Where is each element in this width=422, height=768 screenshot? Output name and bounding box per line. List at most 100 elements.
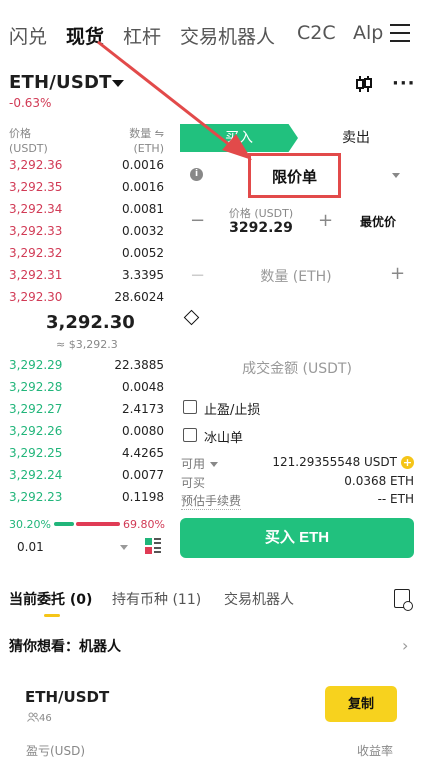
ask-qty: 0.0052 [122,246,164,260]
bid-row[interactable]: 3,292.26 0.0080 [0,421,170,443]
price-change: -0.63% [9,96,52,110]
bid-qty: 2.4173 [122,402,164,416]
orderbook-price-header: 价格 (USDT) [9,126,48,156]
ask-row[interactable]: 3,292.36 0.0016 [0,155,170,177]
price-decrement-button[interactable]: − [190,210,205,231]
precision-select[interactable]: 0.01 [17,540,44,554]
ask-price: 3,292.34 [9,202,63,216]
ask-price: 3,292.36 [9,158,63,172]
bid-price: 3,292.26 [9,424,63,438]
copy-bot-button[interactable]: 复制 [325,686,397,722]
buy-eth-button[interactable]: 买入 ETH [180,518,414,558]
slider-diamond-icon[interactable] [183,309,200,326]
ask-row[interactable]: 3,292.33 0.0032 [0,221,170,243]
buy-ratio-bar [54,522,74,526]
ask-row[interactable]: 3,292.35 0.0016 [0,177,170,199]
tab-c2c[interactable]: C2C [297,22,336,44]
tab-buy[interactable]: 买入 [180,124,298,152]
tab-bots[interactable]: 交易机器人 [224,589,294,609]
checkbox-icon[interactable] [183,400,197,414]
best-price-button[interactable]: 最优价 [360,213,396,230]
chevron-right-icon[interactable]: › [402,636,408,655]
ask-qty: 0.0081 [122,202,164,216]
users-icon [27,712,39,722]
orderbook-layout-icon[interactable] [145,538,161,554]
bid-row[interactable]: 3,292.29 22.3885 [0,355,170,377]
bid-qty: 0.1198 [122,490,164,504]
suggestion-title[interactable]: 猜你想看：机器人 [9,636,121,656]
bid-row[interactable]: 3,292.28 0.0048 [0,377,170,399]
info-icon[interactable]: i [190,168,203,181]
candlestick-icon[interactable] [354,74,374,94]
ask-price: 3,292.30 [9,290,63,304]
hamburger-menu-icon[interactable] [390,24,410,42]
tab-open-orders[interactable]: 当前委托 (0) [9,589,92,609]
ask-price: 3,292.31 [9,268,63,282]
tab-alpha[interactable]: Alp [353,22,383,44]
bid-row[interactable]: 3,292.24 0.0077 [0,465,170,487]
chevron-down-icon[interactable] [112,80,124,87]
bid-row[interactable]: 3,292.27 2.4173 [0,399,170,421]
last-price[interactable]: 3,292.30 [46,312,135,333]
order-type-select[interactable]: 限价单 [248,153,341,198]
bot-users-count: 46 [39,713,52,724]
bid-qty: 0.0080 [122,424,164,438]
tab-quick-convert[interactable]: 闪兑 [9,22,47,49]
can-buy-value: 0.0368 ETH [344,474,414,488]
ask-row[interactable]: 3,292.31 3.3395 [0,265,170,287]
price-increment-button[interactable]: + [318,210,333,231]
checkbox-icon[interactable] [183,428,197,442]
price-header-unit: (USDT) [9,142,48,155]
ask-qty: 0.0032 [122,224,164,238]
bid-qty: 0.0077 [122,468,164,482]
can-buy-row: 可买 0.0368 ETH [181,474,414,490]
tab-sell[interactable]: 卖出 [298,124,414,152]
bid-price: 3,292.24 [9,468,63,482]
available-label[interactable]: 可用 [181,455,219,472]
bid-qty: 22.3885 [114,358,164,372]
orderbook-qty-header[interactable]: 数量 ⇋ (ETH) [108,126,164,156]
qty-header-unit: (ETH) [133,142,164,155]
order-type-label: 限价单 [271,168,317,186]
quantity-input[interactable]: 数量 (ETH) [220,266,372,286]
fee-label[interactable]: 预估手续费 [181,492,242,510]
more-dots-icon[interactable]: ··· [392,75,416,93]
ask-qty: 0.0016 [122,158,164,172]
tab-trading-bots[interactable]: 交易机器人 [180,22,275,49]
fee-row: 预估手续费 -- ETH [181,492,414,510]
bid-price: 3,292.28 [9,380,63,394]
amount-input[interactable]: 成交金额 (USDT) [180,358,414,378]
tab-spot[interactable]: 现货 [66,22,104,49]
chevron-down-icon[interactable] [120,545,128,550]
price-header-label: 价格 [9,127,31,140]
ask-row[interactable]: 3,292.34 0.0081 [0,199,170,221]
ask-row[interactable]: 3,292.32 0.0052 [0,243,170,265]
qty-increment-button[interactable]: + [390,263,405,284]
order-history-icon[interactable] [394,589,413,611]
bid-price: 3,292.25 [9,446,63,460]
bid-price: 3,292.27 [9,402,63,416]
qty-decrement-button[interactable]: − [190,265,205,286]
tab-margin[interactable]: 杠杆 [123,22,161,49]
bid-row[interactable]: 3,292.23 0.1198 [0,487,170,509]
ask-price: 3,292.35 [9,180,63,194]
chevron-down-icon[interactable] [210,462,219,467]
fee-value: -- ETH [377,492,414,506]
ask-qty: 3.3395 [122,268,164,282]
available-text: 可用 [181,457,206,471]
available-row: 可用 121.29355548 USDT + [181,455,414,471]
pair-symbol[interactable]: ETH/USDT [9,72,112,93]
iceberg-label: 冰山单 [204,431,244,446]
sell-ratio-bar [76,522,120,526]
tab-holdings[interactable]: 持有币种 (11) [112,589,201,609]
chevron-down-icon[interactable] [392,173,400,178]
price-input[interactable]: 3292.29 [220,220,302,236]
pnl-label: 盈亏(USD) [26,744,86,758]
bid-row[interactable]: 3,292.25 4.4265 [0,443,170,465]
roi-label: 收益率 [357,744,394,758]
ask-qty: 0.0016 [122,180,164,194]
active-tab-indicator [44,614,60,617]
sell-ratio: 69.80% [123,518,165,531]
ask-row[interactable]: 3,292.30 28.6024 [0,287,170,309]
plus-coin-icon[interactable]: + [401,456,414,469]
